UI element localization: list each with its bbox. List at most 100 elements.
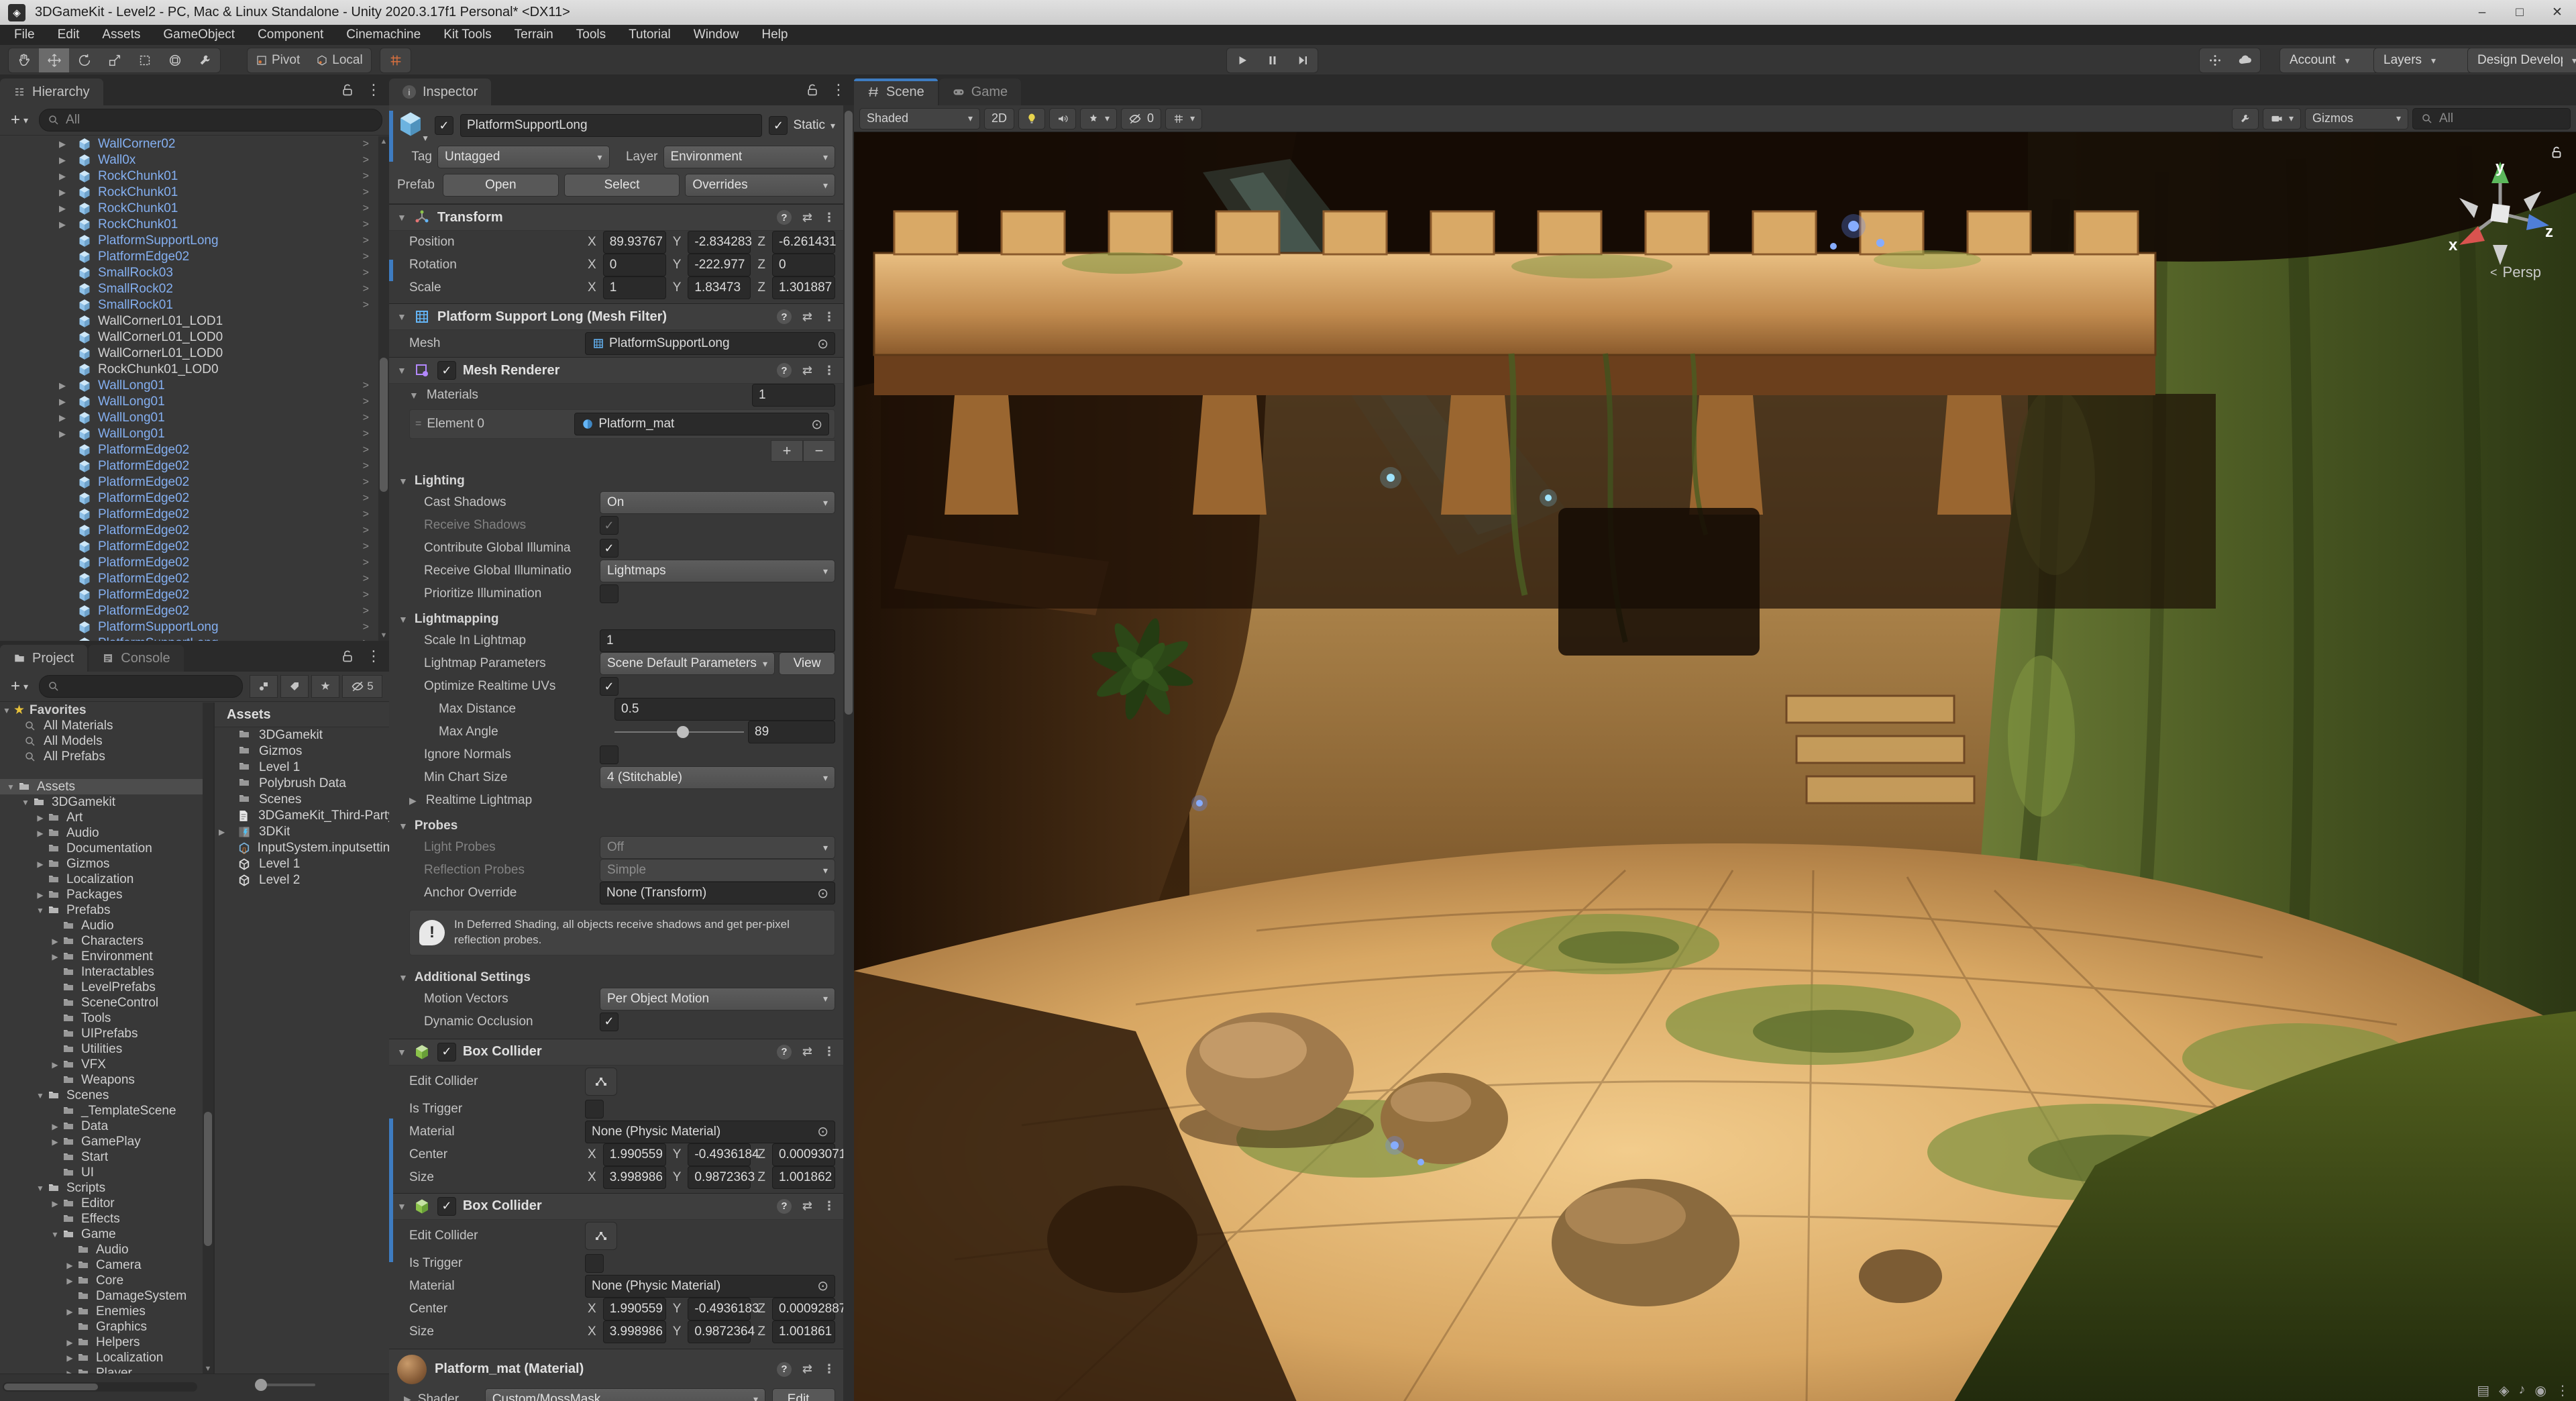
project-folder-camera[interactable]: ▶Camera (0, 1257, 213, 1273)
project-folder-assets[interactable]: ▼Assets (0, 779, 213, 794)
effects-dropdown[interactable]: ▾ (1080, 108, 1117, 129)
project-folder-effects[interactable]: Effects (0, 1211, 213, 1227)
menu-terrain[interactable]: Terrain (503, 25, 565, 45)
hierarchy-item-PlatformSupportLong[interactable]: PlatformSupportLong> (0, 635, 378, 641)
optimize-uvs-checkbox[interactable]: ✓ (600, 677, 619, 696)
local-toggle[interactable]: Local (308, 48, 370, 72)
lightmap-parameters-dropdown[interactable]: Scene Default Parameters▾ (600, 652, 775, 675)
mesh-renderer-checkbox[interactable]: ✓ (437, 361, 456, 380)
contribute-gi-checkbox[interactable]: ✓ (600, 539, 619, 558)
project-folder-gizmos[interactable]: ▶Gizmos (0, 856, 213, 872)
position-x-field[interactable]: 89.93767 (603, 231, 666, 254)
box-collider-2-checkbox[interactable]: ✓ (437, 1197, 456, 1216)
max-angle-field[interactable]: 89 (748, 721, 835, 743)
prefab-select-chevron[interactable]: > (363, 444, 369, 456)
project-folder-tools[interactable]: Tools (0, 1010, 213, 1026)
scene-visibility-toggle[interactable]: 0 (1121, 108, 1161, 129)
project-folder-levelprefabs[interactable]: LevelPrefabs (0, 980, 213, 995)
transform-tool-icon[interactable] (160, 48, 190, 72)
hierarchy-item-PlatformEdge02[interactable]: PlatformEdge02> (0, 523, 378, 539)
asset-item-3dkit[interactable]: ▶3DKit (215, 824, 389, 840)
hierarchy-item-WallLong01[interactable]: ▶WallLong01> (0, 426, 378, 442)
prefab-select-chevron[interactable]: > (363, 589, 369, 601)
scale-tool-icon[interactable] (99, 48, 129, 72)
tab-project[interactable]: Project (0, 645, 87, 672)
prefab-select-chevron[interactable]: > (363, 219, 369, 231)
position-y-field[interactable]: -2.834283 (688, 231, 751, 254)
menu-cinemachine[interactable]: Cinemachine (335, 25, 432, 45)
asset-item-scenes[interactable]: Scenes (215, 792, 389, 808)
projection-mode-label[interactable]: <Persp (2490, 264, 2541, 281)
hand-tool-icon[interactable] (9, 48, 39, 72)
motion-vectors-dropdown[interactable]: Per Object Motion▾ (600, 988, 835, 1010)
project-folder-data[interactable]: ▶Data (0, 1119, 213, 1134)
shader-dropdown[interactable]: Custom/MossMask▾ (485, 1388, 765, 1401)
hierarchy-item-WallLong01[interactable]: ▶WallLong01> (0, 394, 378, 410)
pause-button[interactable] (1257, 48, 1287, 72)
project-folder-weapons[interactable]: Weapons (0, 1072, 213, 1088)
hierarchy-item-WallCornerL01_LOD0[interactable]: WallCornerL01_LOD0 (0, 329, 378, 346)
element0-object-field[interactable]: Platform_mat⊙ (574, 413, 829, 435)
search-by-label-icon[interactable] (280, 675, 309, 698)
scene-audio-toggle[interactable] (1049, 108, 1076, 129)
menu-edit[interactable]: Edit (46, 25, 91, 45)
project-folder-graphics[interactable]: Graphics (0, 1319, 213, 1335)
asset-item-inputsystem-inputsettings[interactable]: {}InputSystem.inputsettings (215, 840, 389, 856)
project-folder-helpers[interactable]: ▶Helpers (0, 1335, 213, 1350)
rect-tool-icon[interactable] (129, 48, 160, 72)
prefab-select-chevron[interactable]: > (363, 509, 369, 521)
box-collider-1-checkbox[interactable]: ✓ (437, 1043, 456, 1061)
prefab-select-button[interactable]: Select (564, 174, 680, 197)
static-toggle[interactable]: ✓Static▾ (769, 116, 835, 135)
prioritize-illumination-checkbox[interactable] (600, 584, 619, 603)
project-folder-localization[interactable]: Localization (0, 872, 213, 887)
project-folder-documentation[interactable]: Documentation (0, 841, 213, 856)
project-folder-start[interactable]: Start (0, 1149, 213, 1165)
project-folder-scenecontrol[interactable]: SceneControl (0, 995, 213, 1010)
scale-in-lightmap-field[interactable]: 1 (600, 629, 835, 652)
prefab-select-chevron[interactable]: > (363, 541, 369, 553)
box-collider-1-header[interactable]: ▼ ✓ Box Collider ?⇄⋮ (389, 1039, 843, 1066)
hierarchy-item-PlatformSupportLong[interactable]: PlatformSupportLong> (0, 233, 378, 249)
move-tool-icon[interactable] (39, 48, 69, 72)
project-folder-damagesystem[interactable]: DamageSystem (0, 1288, 213, 1304)
prefab-overrides-dropdown[interactable]: Overrides▾ (685, 174, 835, 197)
cloud-icon[interactable] (2230, 48, 2260, 72)
menu-window[interactable]: Window (682, 25, 751, 45)
hierarchy-menu-icon[interactable]: ⋮ (366, 81, 381, 99)
asset-item-3dgamekit[interactable]: 3DGamekit (215, 727, 389, 743)
hierarchy-item-RockChunk01[interactable]: ▶RockChunk01> (0, 185, 378, 201)
scene-camera-dropdown[interactable]: ▾ (2263, 108, 2301, 129)
hierarchy-item-PlatformEdge02[interactable]: PlatformEdge02> (0, 474, 378, 490)
grid-snap-icon[interactable] (380, 48, 411, 72)
rotation-y-field[interactable]: -222.977 (688, 254, 751, 276)
materials-count-field[interactable]: 1 (752, 384, 835, 407)
layout-dropdown[interactable]: Design Develope▾ (2467, 48, 2576, 73)
layer-dropdown[interactable]: Environment▾ (663, 146, 836, 168)
orientation-gizmo[interactable]: y z x (2443, 156, 2557, 270)
prefab-select-chevron[interactable]: > (363, 573, 369, 585)
hierarchy-item-PlatformEdge02[interactable]: PlatformEdge02> (0, 603, 378, 619)
hierarchy-item-WallCorner02[interactable]: ▶WallCorner02> (0, 136, 378, 152)
object-picker-icon[interactable]: ⊙ (817, 335, 828, 352)
project-folder-audio[interactable]: Audio (0, 918, 213, 933)
status-icon-1[interactable]: ▤ (2477, 1382, 2489, 1399)
tab-hierarchy[interactable]: Hierarchy (0, 79, 103, 105)
asset-item-gizmos[interactable]: Gizmos (215, 743, 389, 760)
project-folder-interactables[interactable]: Interactables (0, 964, 213, 980)
center-z-field[interactable]: 0.00092887 (772, 1298, 835, 1320)
project-folder-ui[interactable]: UI (0, 1165, 213, 1180)
project-folder-prefabs[interactable]: ▼Prefabs (0, 902, 213, 918)
menu-gameobject[interactable]: GameObject (152, 25, 246, 45)
size-x-field[interactable]: 3.998986 (603, 1166, 666, 1189)
project-folder-3dgamekit[interactable]: ▼3DGamekit (0, 794, 213, 810)
hierarchy-item-WallLong01[interactable]: ▶WallLong01> (0, 410, 378, 426)
prefab-select-chevron[interactable]: > (363, 621, 369, 633)
prefab-select-chevron[interactable]: > (363, 138, 369, 150)
anchor-override-field[interactable]: None (Transform)⊙ (600, 882, 835, 904)
cast-shadows-dropdown[interactable]: On▾ (600, 491, 835, 514)
prefab-select-chevron[interactable]: > (363, 605, 369, 617)
additional-settings-foldout[interactable]: ▼Additional Settings (389, 964, 843, 988)
prefab-select-chevron[interactable]: > (363, 460, 369, 472)
hierarchy-item-Wall0x[interactable]: ▶Wall0x> (0, 152, 378, 168)
